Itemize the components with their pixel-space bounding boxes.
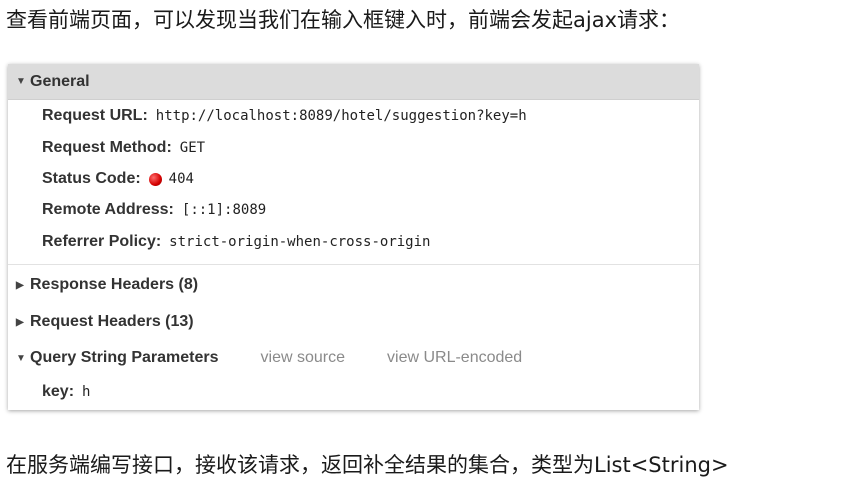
general-section-header[interactable]: ▼ General [8,64,699,100]
request-method-key: Request Method: [42,139,172,156]
section-divider [8,264,699,265]
request-headers-title: Request Headers (13) [30,313,194,330]
view-source-link[interactable]: view source [261,349,345,367]
remote-address-row: Remote Address: [::1]:8089 [42,198,266,222]
view-url-encoded-link[interactable]: view URL-encoded [387,349,522,367]
query-params-section-header[interactable]: ▼ Query String Parameters view source vi… [8,340,699,376]
referrer-policy-key: Referrer Policy: [42,233,162,250]
remote-address-value: [::1]:8089 [181,202,267,218]
query-param-value: h [82,384,91,400]
referrer-policy-value: strict-origin-when-cross-origin [169,234,431,250]
intro-text: 查看前端页面，可以发现当我们在输入框键入时，前端会发起ajax请求： [6,8,680,32]
response-headers-title: Response Headers (8) [30,276,199,293]
network-headers-panel: ▼ General Request URL: http://localhost:… [8,64,699,410]
request-url-key: Request URL: [42,107,148,124]
triangle-down-icon: ▼ [16,76,26,87]
triangle-down-icon: ▼ [16,352,26,364]
request-headers-section-header[interactable]: ▶ Request Headers (13) [8,304,699,340]
query-param-row: key: h [42,380,90,404]
status-code-key: Status Code: [42,170,141,187]
status-code-value: 404 [168,171,194,187]
query-params-title: Query String Parameters [30,349,219,366]
referrer-policy-row: Referrer Policy: strict-origin-when-cros… [42,230,430,254]
status-dot-icon [148,172,162,186]
query-param-key: key: [42,383,75,400]
request-method-row: Request Method: GET [42,136,205,160]
request-method-value: GET [179,140,206,156]
request-url-row: Request URL: http://localhost:8089/hotel… [42,104,527,128]
general-title: General [30,72,90,90]
remote-address-key: Remote Address: [42,201,174,218]
response-headers-section-header[interactable]: ▶ Response Headers (8) [8,267,699,303]
request-url-value: http://localhost:8089/hotel/suggestion?k… [155,108,527,124]
status-code-row: Status Code: 404 [42,167,194,191]
outro-text: 在服务端编写接口，接收该请求，返回补全结果的集合，类型为List<String> [6,453,729,477]
triangle-right-icon: ▶ [16,279,24,291]
triangle-right-icon: ▶ [16,316,24,328]
